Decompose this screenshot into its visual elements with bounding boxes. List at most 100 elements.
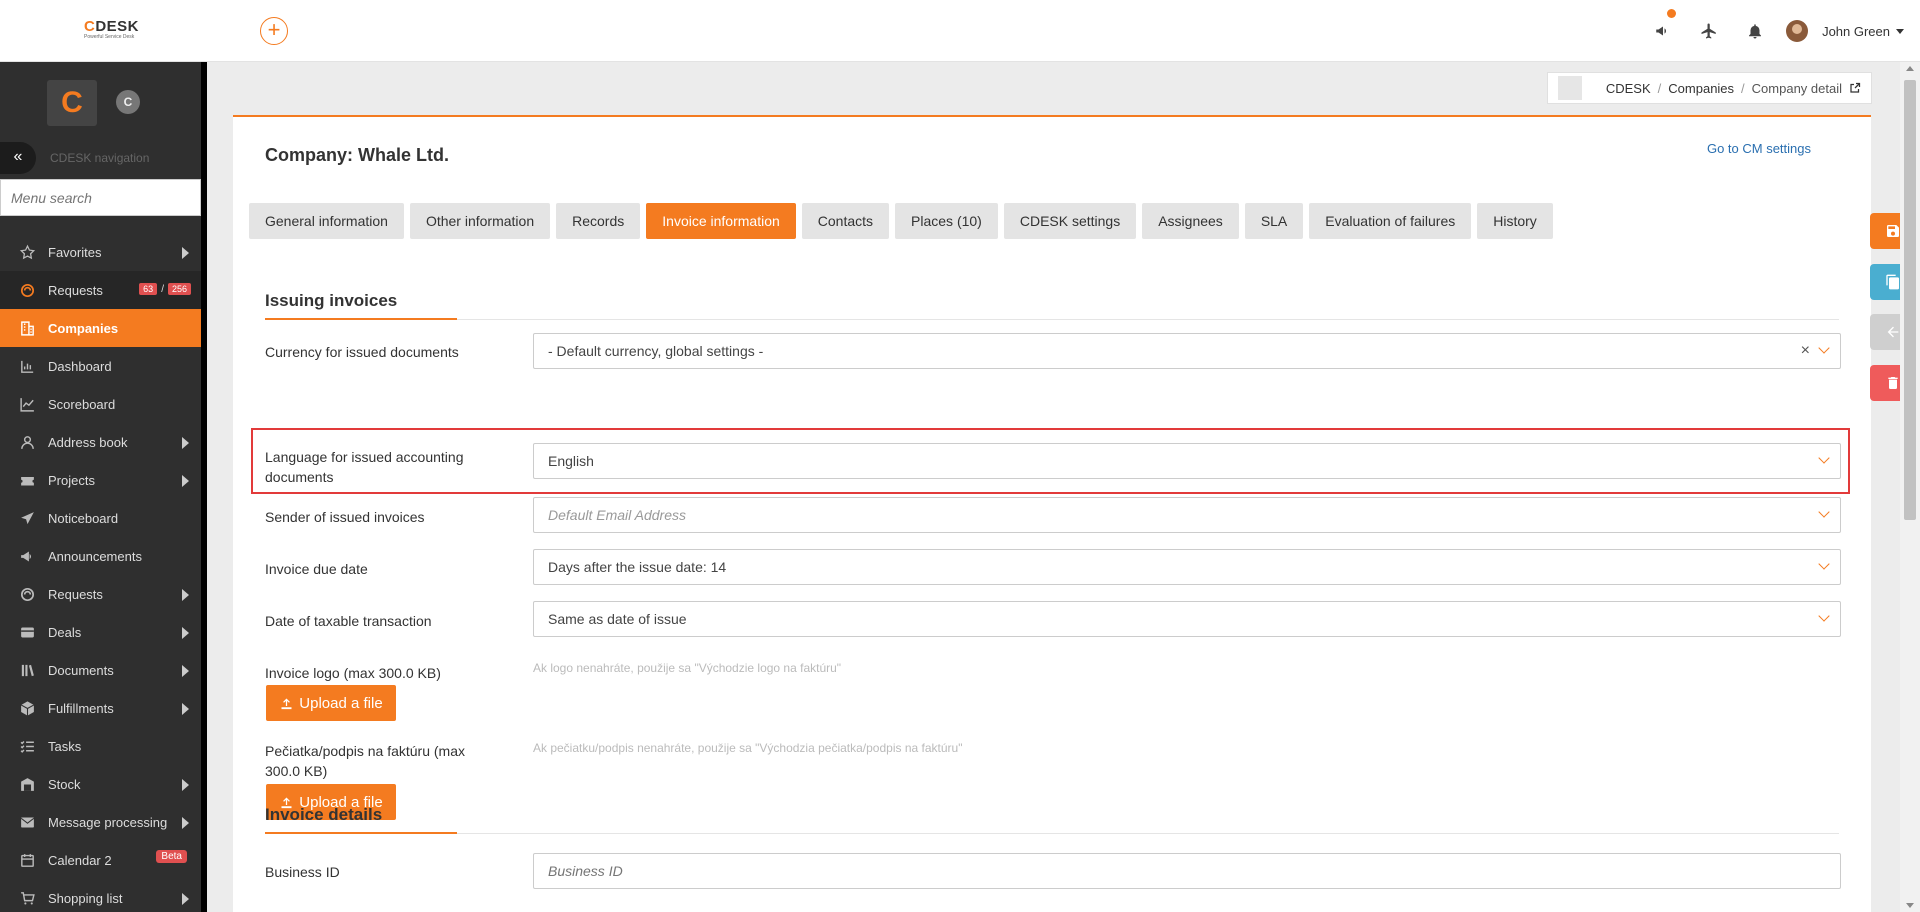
main-scrollbar[interactable] <box>1900 62 1920 912</box>
tab-history[interactable]: History <box>1477 203 1553 239</box>
sidebar-item-label: Requests <box>48 586 103 602</box>
tab-invoice-information[interactable]: Invoice information <box>646 203 796 239</box>
tab-assignees[interactable]: Assignees <box>1142 203 1239 239</box>
company-avatar[interactable]: C <box>116 90 140 114</box>
calendar-icon <box>18 851 36 869</box>
logo-hint: Ak logo nenahráte, použije sa "Východzie… <box>533 661 842 675</box>
language-label: Language for issued accounting documents <box>265 449 464 485</box>
cdesk-logo[interactable]: CDESK Powerful Service Desk <box>84 18 154 42</box>
books-icon <box>18 661 36 679</box>
sidebar-item-shopping-list[interactable]: Shopping list <box>0 879 201 912</box>
cm-settings-link[interactable]: Go to CM settings <box>1707 141 1811 156</box>
tab-contacts[interactable]: Contacts <box>801 203 890 239</box>
dashboard-icon <box>18 357 36 375</box>
send-icon <box>18 509 36 527</box>
sidebar-item-noticeboard[interactable]: Noticeboard <box>0 499 201 537</box>
sidebar-item-label: Projects <box>48 472 95 488</box>
tab-records[interactable]: Records <box>556 203 641 239</box>
airplane-icon <box>1701 23 1716 39</box>
sidebar-item-dashboard[interactable]: Dashboard <box>0 347 201 385</box>
external-link-icon[interactable] <box>1849 82 1861 94</box>
sidebar-item-scoreboard[interactable]: Scoreboard <box>0 385 201 423</box>
tab-places-10[interactable]: Places (10) <box>895 203 998 239</box>
taxable-date-select[interactable]: Same as date of issue <box>533 601 1841 637</box>
language-select[interactable]: English <box>533 443 1841 479</box>
sidebar-item-calendar-2[interactable]: Calendar 2 Beta <box>0 841 201 879</box>
sidebar-item-fulfillments[interactable]: Fulfillments <box>0 689 201 727</box>
sidebar-item-requests[interactable]: Requests 63/256 <box>0 271 201 309</box>
sidebar-item-favorites[interactable]: Favorites <box>0 233 201 271</box>
breadcrumb-square[interactable] <box>1557 76 1582 100</box>
sidebar-item-label: Tasks <box>48 738 82 754</box>
brand-logo[interactable]: C <box>47 80 97 126</box>
sidebar-item-deals[interactable]: Deals <box>0 613 201 651</box>
main-content: CDESK / Companies / Company detail Compa… <box>207 62 1900 912</box>
sidebar-item-label: Requests <box>48 282 103 298</box>
notification-dot <box>1667 9 1677 18</box>
request-badges: 63/256 <box>139 283 191 295</box>
megaphone-icon <box>18 547 36 565</box>
sender-select[interactable]: Default Email Address <box>533 497 1841 533</box>
chevron-down-icon <box>1818 506 1830 518</box>
tab-cdesk-settings[interactable]: CDESK settings <box>1003 203 1137 239</box>
add-new-button[interactable]: + <box>260 17 288 45</box>
business-id-input[interactable] <box>533 853 1841 889</box>
tasks-icon <box>18 737 36 755</box>
collapse-sidebar-button[interactable]: « <box>0 142 36 174</box>
sidebar-item-label: Dashboard <box>48 358 112 374</box>
tab-other-information[interactable]: Other information <box>409 203 551 239</box>
building-icon <box>18 319 36 337</box>
sidebar-item-companies[interactable]: Companies <box>0 309 201 347</box>
section-divider <box>265 318 1839 320</box>
currency-select[interactable]: - Default currency, global settings - × <box>533 333 1841 369</box>
sidebar-item-label: Address book <box>48 434 128 450</box>
sidebar-item-label: Announcements <box>48 548 142 564</box>
caret-right-icon <box>182 437 189 449</box>
chevron-down-icon <box>1818 342 1830 354</box>
sidebar-item-message-processing[interactable]: Message processing <box>0 803 201 841</box>
stock-icon <box>18 775 36 793</box>
scroll-down-icon[interactable] <box>1906 903 1914 908</box>
flights-button[interactable] <box>1686 0 1732 62</box>
sidebar-item-label: Stock <box>48 776 81 792</box>
upload-icon <box>281 698 292 709</box>
announcements-button[interactable] <box>1640 0 1686 62</box>
beta-badge: Beta <box>156 850 187 863</box>
sidebar-item-address-book[interactable]: Address book <box>0 423 201 461</box>
breadcrumb: CDESK / Companies / Company detail <box>1546 72 1872 104</box>
sidebar-item-requests[interactable]: Requests <box>0 575 201 613</box>
sidebar-item-projects[interactable]: Projects <box>0 461 201 499</box>
tab-evaluation-of-failures[interactable]: Evaluation of failures <box>1309 203 1472 239</box>
breadcrumb-item-cdesk[interactable]: CDESK <box>1606 81 1651 96</box>
chevron-down-icon <box>1818 610 1830 622</box>
ticket-icon <box>18 471 36 489</box>
user-menu[interactable]: John Green <box>1786 20 1904 42</box>
upload-logo-button[interactable]: Upload a file <box>266 685 396 721</box>
card-icon <box>18 623 36 641</box>
sidebar-item-stock[interactable]: Stock <box>0 765 201 803</box>
scroll-thumb[interactable] <box>1904 80 1916 520</box>
sidebar-item-label: Message processing <box>48 814 168 830</box>
clear-icon[interactable]: × <box>1801 342 1810 360</box>
due-date-select[interactable]: Days after the issue date: 14 <box>533 549 1841 585</box>
envelope-icon <box>18 813 36 831</box>
tab-sla[interactable]: SLA <box>1244 203 1304 239</box>
notifications-button[interactable] <box>1732 0 1778 62</box>
megaphone-icon <box>1656 26 1667 36</box>
scroll-up-icon[interactable] <box>1906 66 1914 71</box>
top-bar: CDESK Powerful Service Desk + John Green <box>0 0 1920 62</box>
sidebar-item-tasks[interactable]: Tasks <box>0 727 201 765</box>
sidebar-item-documents[interactable]: Documents <box>0 651 201 689</box>
sender-label: Sender of issued invoices <box>265 509 425 525</box>
box-icon <box>18 699 36 717</box>
tab-general-information[interactable]: General information <box>249 203 404 239</box>
sidebar-item-announcements[interactable]: Announcements <box>0 537 201 575</box>
sidebar-item-label: Documents <box>48 662 114 678</box>
sidebar-item-label: Scoreboard <box>48 396 116 412</box>
sidebar-item-label: Deals <box>48 624 82 640</box>
chart-icon <box>18 395 36 413</box>
taxable-date-label: Date of taxable transaction <box>265 613 432 629</box>
breadcrumb-item-companies[interactable]: Companies <box>1668 81 1734 96</box>
avatar <box>1786 20 1809 42</box>
menu-search-input[interactable] <box>0 179 201 216</box>
